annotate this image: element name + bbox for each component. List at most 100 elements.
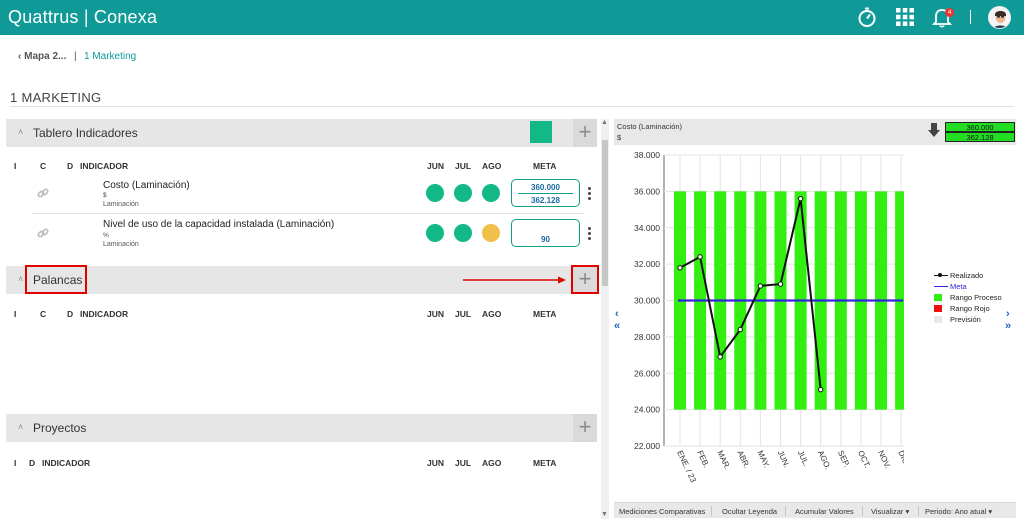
chevron-right-icon[interactable]: ›: [1006, 308, 1010, 320]
indicator-name[interactable]: Costo (Laminación): [103, 180, 190, 191]
status-dot-jul[interactable]: [454, 224, 472, 242]
collapse-caret-icon[interactable]: ˄: [18, 422, 23, 432]
row-menu-icon[interactable]: [588, 187, 592, 202]
realizado-point: [777, 281, 784, 287]
col-i: I: [14, 309, 17, 319]
title-divider: [10, 106, 1014, 107]
section-tablero-title: Tablero Indicadores: [33, 126, 138, 140]
ocultar-leyenda-button[interactable]: Ocultar Leyenda: [722, 507, 777, 516]
y-tick-label: 34.000: [634, 223, 660, 233]
row-divider: [32, 213, 584, 214]
visualizar-dropdown[interactable]: Visualizar ▾: [871, 507, 909, 516]
x-tick-label: ABR.: [735, 449, 751, 470]
status-dot-jul[interactable]: [454, 184, 472, 202]
highlight-palancas-box: [25, 265, 87, 294]
breadcrumb-parent[interactable]: Mapa 2...: [24, 51, 66, 62]
chart-plot: 22.000 24.000 26.000 28.000 30.000 32.000 34.0…: [634, 150, 904, 484]
y-tick-label: 22.000: [634, 441, 660, 451]
section-tablero-header[interactable]: ˄ Tablero Indicadores +: [6, 119, 597, 147]
add-proyecto-button[interactable]: +: [573, 414, 597, 442]
chart-actual-value: 362.128: [945, 132, 1015, 142]
user-avatar[interactable]: [988, 6, 1011, 29]
stopwatch-icon[interactable]: [855, 5, 879, 29]
realizado-point: [757, 283, 764, 289]
row-menu-icon[interactable]: [588, 227, 592, 242]
x-tick-label: DIC. / 23: [896, 449, 904, 482]
col-ago: AGO: [482, 309, 502, 319]
page-title: 1 MARKETING: [10, 90, 102, 105]
plus-icon: +: [578, 414, 592, 439]
meta-value-box[interactable]: 360.000 362.128: [511, 179, 580, 207]
double-chevron-right-icon[interactable]: »: [1005, 320, 1011, 332]
col-i: I: [14, 161, 17, 171]
col-meta: META: [533, 309, 557, 319]
meta-value-box[interactable]: 90: [511, 219, 580, 247]
col-c: C: [40, 309, 47, 319]
meta-target: [512, 223, 579, 231]
scroll-down-icon[interactable]: ▼: [601, 511, 608, 518]
indicator-unit: $: [103, 192, 107, 199]
x-tick-label: ENE. / 23: [675, 449, 698, 484]
chart-toolbar: Mediciones Comparativas Ocultar Leyenda …: [614, 502, 1016, 518]
breadcrumb-current[interactable]: 1 Marketing: [84, 51, 136, 62]
header-divider: [970, 10, 971, 24]
x-tick-label: MAY.: [756, 449, 772, 469]
link-icon[interactable]: [37, 227, 49, 239]
status-dot-jun[interactable]: [426, 184, 444, 202]
meta-actual: 362.128: [518, 193, 573, 205]
status-dot-ago[interactable]: [482, 224, 500, 242]
x-tick-label: FEB.: [695, 449, 711, 469]
col-meta: META: [533, 458, 557, 468]
x-tick-label: JUL.: [796, 449, 811, 468]
col-indicador: INDICADOR: [80, 161, 129, 171]
realizado-point: [677, 265, 683, 271]
color-square-button[interactable]: [530, 121, 552, 143]
col-jul: JUL: [455, 458, 472, 468]
toolbar-separator: [785, 506, 786, 516]
indicator-name[interactable]: Nivel de uso de la capacidad instalada (…: [103, 219, 334, 230]
section-proyectos-title: Proyectos: [33, 421, 87, 435]
avatar-portrait-icon: [989, 7, 1010, 28]
double-chevron-left-icon[interactable]: «: [614, 320, 620, 332]
breadcrumb-separator: |: [74, 51, 77, 62]
x-tick-label: JUN.: [776, 449, 792, 469]
realizado-point: [717, 354, 723, 360]
scroll-up-icon[interactable]: ▲: [601, 119, 608, 126]
meta-target: 360.000: [531, 183, 560, 192]
comparativas-button[interactable]: Mediciones Comparativas: [619, 507, 705, 516]
scrollbar-thumb[interactable]: [602, 140, 608, 286]
collapse-caret-icon[interactable]: ˄: [18, 127, 23, 137]
breadcrumb-back[interactable]: ‹ Mapa 2...: [18, 51, 66, 62]
realizado-point: [697, 254, 703, 260]
chevron-left-icon[interactable]: ‹: [615, 308, 619, 320]
breadcrumb: ‹ Mapa 2... | 1 Marketing: [18, 51, 136, 62]
periodo-dropdown[interactable]: Periodo: Ano atual ▾: [925, 507, 992, 516]
collapse-caret-icon[interactable]: ˄: [18, 274, 23, 284]
apps-grid-icon[interactable]: [893, 5, 917, 29]
y-tick-label: 24.000: [634, 405, 660, 415]
highlight-add-box: [571, 265, 599, 294]
col-d: D: [29, 458, 36, 468]
indicator-org: Laminación: [103, 201, 139, 208]
section-proyectos-header[interactable]: ˄ Proyectos +: [6, 414, 597, 442]
indicator-unit: %: [103, 232, 109, 239]
col-jul: JUL: [455, 309, 472, 319]
realizado-point: [797, 195, 804, 202]
status-dot-jun[interactable]: [426, 224, 444, 242]
app-title[interactable]: Quattrus | Conexa: [8, 7, 157, 28]
toolbar-separator: [862, 506, 863, 516]
col-jul: JUL: [455, 161, 472, 171]
top-bar: Quattrus | Conexa 4: [0, 0, 1024, 35]
col-d: D: [67, 161, 74, 171]
add-indicator-button[interactable]: +: [573, 119, 597, 147]
col-jun: JUN: [427, 161, 445, 171]
link-icon[interactable]: [37, 187, 49, 199]
col-jun: JUN: [427, 458, 445, 468]
y-tick-label: 38.000: [634, 150, 660, 160]
col-jun: JUN: [427, 309, 445, 319]
status-dot-ago[interactable]: [482, 184, 500, 202]
chart-indicator-name: Costo (Laminación): [617, 122, 683, 131]
col-c: C: [40, 161, 47, 171]
acumular-valores-button[interactable]: Acumular Valores: [795, 507, 854, 516]
download-arrow-icon[interactable]: [927, 122, 941, 138]
